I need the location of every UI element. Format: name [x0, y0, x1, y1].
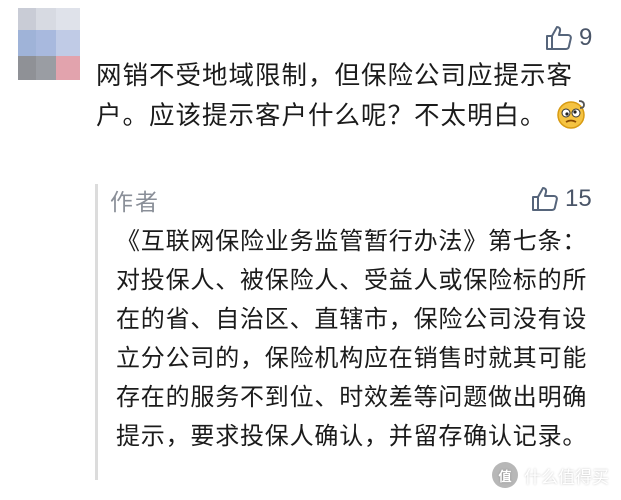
watermark-text: 什么值得买	[524, 467, 609, 488]
comment-text: 网销不受地域限制，但保险公司应提示客户。应该提示客户什么呢？不太明白。	[96, 56, 596, 142]
reply-like-button[interactable]: 15	[531, 186, 592, 212]
site-logo-icon: 值	[492, 462, 518, 488]
commenter-avatar[interactable]	[18, 8, 80, 80]
reply-like-count: 15	[565, 185, 592, 212]
comment-body: 网销不受地域限制，但保险公司应提示客户。应该提示客户什么呢？不太明白。	[96, 61, 574, 131]
confused-face-icon	[555, 98, 587, 142]
thumbs-up-icon	[545, 25, 573, 51]
thumbs-up-icon	[531, 186, 559, 212]
comment-like-count: 9	[579, 24, 593, 51]
reply-quote-bar	[95, 184, 98, 480]
reply-author-label[interactable]: 作者	[110, 183, 160, 217]
comment-like-button[interactable]: 9	[545, 25, 592, 51]
site-watermark: 值 什么值得买	[492, 462, 609, 488]
reply-text: 《互联网保险业务监管暂行办法》第七条：对投保人、被保险人、受益人或保险标的所在的…	[116, 227, 588, 450]
